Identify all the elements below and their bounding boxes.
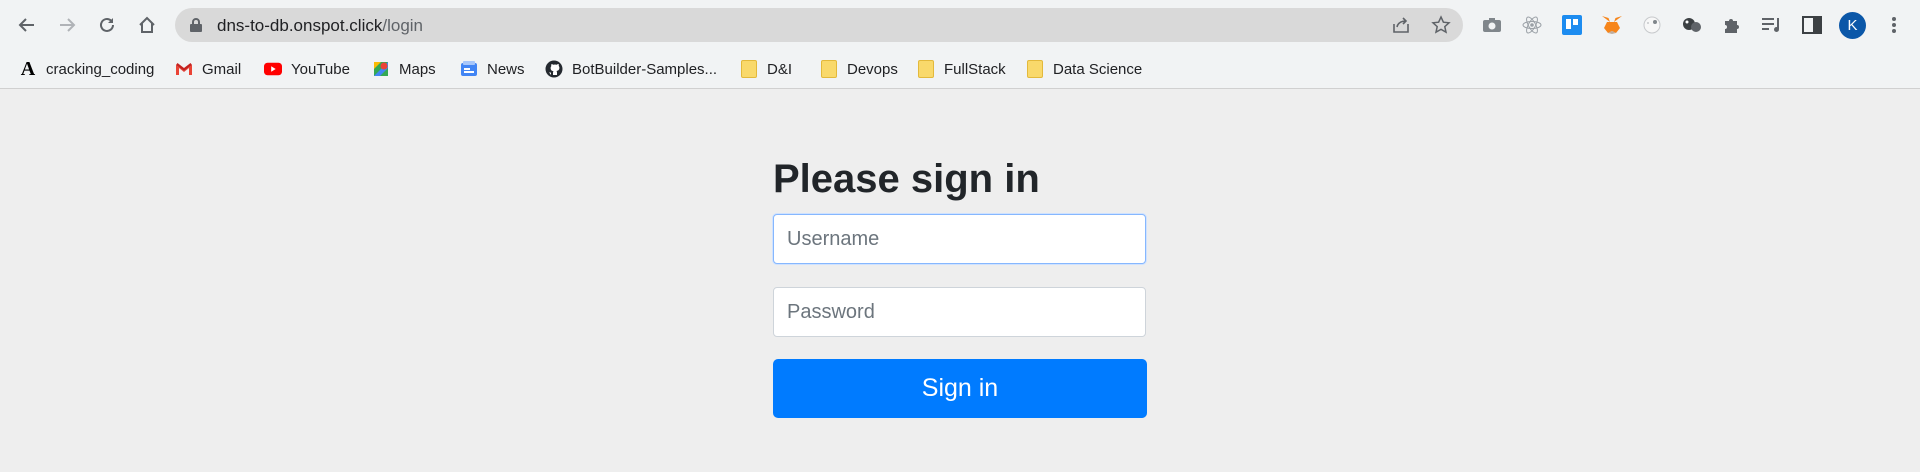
puzzle-icon[interactable] — [1720, 13, 1744, 37]
username-input[interactable] — [773, 214, 1146, 264]
react-icon[interactable] — [1520, 13, 1544, 37]
home-icon[interactable] — [131, 9, 163, 41]
gmail-icon — [175, 60, 193, 78]
folder-icon — [740, 60, 758, 78]
maps-icon — [372, 60, 390, 78]
extension-icon[interactable] — [1640, 13, 1664, 37]
bookmark-botbuilder[interactable]: BotBuilder-Samples... — [545, 58, 717, 80]
page-title: Please sign in — [773, 157, 1040, 201]
bookmark-youtube[interactable]: YouTube — [264, 58, 350, 80]
folder-icon — [917, 60, 935, 78]
bookmark-label: News — [487, 60, 525, 78]
lock-icon[interactable] — [189, 17, 203, 38]
github-icon — [545, 60, 563, 78]
bookmark-label: YouTube — [291, 60, 350, 78]
back-icon[interactable] — [11, 9, 43, 41]
folder-icon — [820, 60, 838, 78]
metamask-icon[interactable] — [1600, 13, 1624, 37]
bookmark-cracking-coding[interactable]: A cracking_coding — [19, 57, 155, 80]
bookmark-label: Maps — [399, 60, 436, 78]
bookmark-label: Devops — [847, 60, 898, 78]
extension-icon[interactable] — [1680, 13, 1704, 37]
camera-icon[interactable] — [1480, 13, 1504, 37]
letter-a-icon: A — [20, 57, 36, 80]
folder-icon — [1026, 60, 1044, 78]
bookmark-maps[interactable]: Maps — [372, 58, 436, 80]
media-control-icon[interactable] — [1760, 13, 1784, 37]
youtube-icon — [264, 60, 282, 78]
trello-icon[interactable] — [1560, 13, 1584, 37]
address-bar[interactable]: dns-to-db.onspot.click/login — [175, 8, 1463, 42]
bookmark-label: FullStack — [944, 60, 1006, 78]
profile-avatar[interactable]: K — [1839, 12, 1866, 39]
bookmark-folder-devops[interactable]: Devops — [820, 58, 898, 80]
bookmark-label: D&I — [767, 60, 793, 78]
side-panel-icon[interactable] — [1800, 13, 1824, 37]
share-icon[interactable] — [1391, 15, 1411, 35]
news-icon — [460, 60, 478, 78]
bookmark-label: cracking_coding — [46, 60, 155, 78]
reload-icon[interactable] — [91, 9, 123, 41]
url-host: dns-to-db.onspot.click — [217, 16, 383, 35]
bookmark-folder-dni[interactable]: D&I — [740, 58, 792, 80]
bookmark-label: Data Science — [1053, 60, 1143, 78]
sign-in-button[interactable]: Sign in — [773, 359, 1147, 418]
avatar-initial: K — [1847, 17, 1858, 34]
browser-toolbar: dns-to-db.onspot.click/login K — [0, 0, 1920, 50]
menu-kebab-icon[interactable] — [1884, 13, 1904, 37]
bookmarks-bar: A cracking_coding Gmail YouTube Maps New… — [0, 50, 1920, 89]
url-text: dns-to-db.onspot.click/login — [217, 16, 423, 36]
forward-icon[interactable] — [51, 9, 83, 41]
bookmark-label: BotBuilder-Samples... — [572, 60, 718, 78]
bookmark-gmail[interactable]: Gmail — [175, 58, 241, 80]
bookmark-star-icon[interactable] — [1431, 15, 1451, 35]
bookmark-folder-fullstack[interactable]: FullStack — [917, 58, 1006, 80]
bookmark-label: Gmail — [202, 60, 242, 78]
bookmark-folder-data-science[interactable]: Data Science — [1026, 58, 1142, 80]
url-path: /login — [382, 16, 424, 35]
password-input[interactable] — [773, 287, 1146, 337]
bookmark-news[interactable]: News — [460, 58, 525, 80]
